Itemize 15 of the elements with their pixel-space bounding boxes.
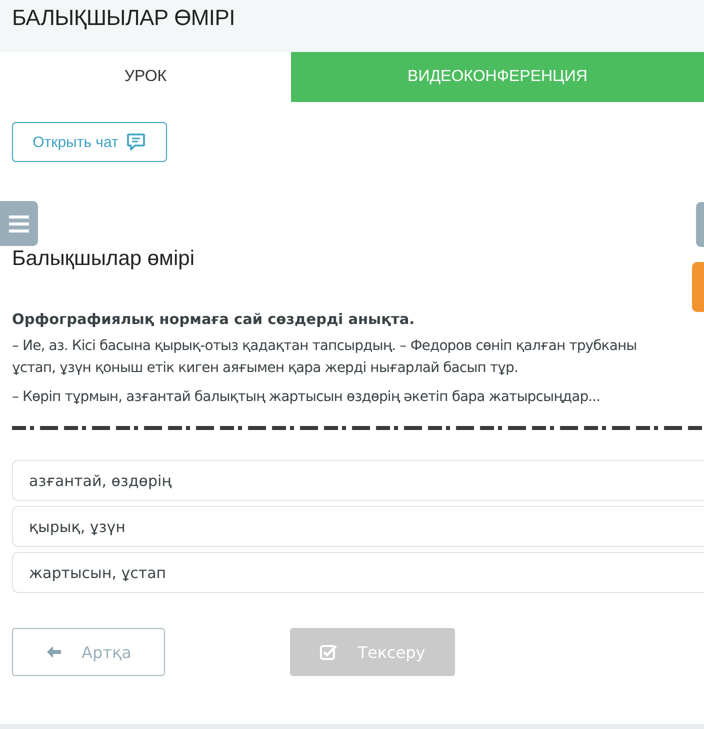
menu-button[interactable] — [0, 201, 38, 246]
paragraph: – Ие, аз. Кісі басына қырық-отыз қадақтан тапсырдың. – Федоров сөніп қалған трубканы ұстап, ұзүн қоныш етік киген аяғымен қара жерді нығарлай басып тұр. — [12, 337, 638, 378]
chat-icon — [126, 133, 146, 151]
lesson-title: Балықшылар өмірі — [12, 246, 196, 272]
menu-icon — [8, 214, 30, 232]
answer-option[interactable]: жартысын, ұстап — [12, 552, 704, 593]
answer-option[interactable]: азғантай, өздөрің — [12, 460, 704, 501]
page-title: БАЛЫҚШЫЛАР ӨМІРІ — [12, 4, 236, 31]
question-text: Орфографиялық нормаға сай сөздерді анықта. — [12, 312, 416, 328]
side-tab[interactable] — [692, 262, 704, 312]
answer-option[interactable]: қырық, ұзүн — [12, 506, 704, 547]
left-arrow-icon — [46, 645, 62, 659]
checkbox-icon — [320, 644, 338, 660]
paragraph: – Көріп тұрмын, азғантай балықтың жартысын өздөрің әкетіп бара жатырсыңдар... — [12, 388, 602, 407]
side-tab[interactable] — [696, 202, 704, 247]
